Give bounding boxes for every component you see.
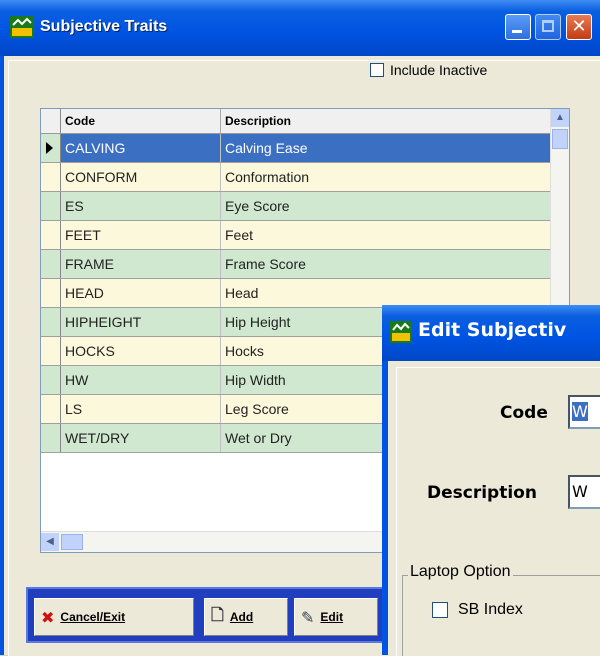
add-button[interactable]: 🗋 Add: [204, 598, 288, 636]
table-row[interactable]: ES Eye Score: [41, 192, 551, 221]
add-label: Add: [229, 610, 254, 624]
cell-description[interactable]: Feet: [221, 221, 551, 249]
cell-code[interactable]: HW: [61, 366, 221, 394]
edit-icon: ✎: [301, 607, 315, 627]
cell-code[interactable]: FEET: [61, 221, 221, 249]
cancel-exit-button[interactable]: ✖ Cancel/Exit: [34, 598, 194, 636]
table-row[interactable]: HEAD Head: [41, 279, 551, 308]
cell-description[interactable]: Calving Ease: [221, 134, 551, 162]
cell-code[interactable]: HEAD: [61, 279, 221, 307]
description-field[interactable]: W: [568, 475, 600, 509]
red-x-icon: ✖: [41, 607, 55, 627]
sb-index-checkbox[interactable]: [432, 602, 448, 618]
row-indicator-header: [41, 109, 61, 133]
minimize-icon: [512, 30, 522, 33]
cancel-exit-label: Cancel/Exit: [60, 610, 126, 624]
cell-description[interactable]: Eye Score: [221, 192, 551, 220]
table-row[interactable]: FEET Feet: [41, 221, 551, 250]
vertical-scroll-thumb[interactable]: [552, 129, 568, 149]
window-title: Subjective Traits: [40, 18, 168, 35]
dialog-border: [382, 361, 388, 655]
row-indicator[interactable]: [41, 192, 61, 220]
row-indicator[interactable]: [41, 163, 61, 191]
cell-code[interactable]: FRAME: [61, 250, 221, 278]
button-toolbar: ✖ Cancel/Exit 🗋 Add ✎ Edit: [26, 587, 386, 643]
cell-code[interactable]: WET/DRY: [61, 424, 221, 452]
row-indicator[interactable]: [41, 366, 61, 394]
row-indicator[interactable]: [41, 250, 61, 278]
maximize-button[interactable]: [535, 14, 561, 40]
include-inactive-label: Include Inactive: [390, 62, 488, 78]
horizontal-scroll-thumb[interactable]: [61, 534, 83, 550]
row-indicator[interactable]: [41, 221, 61, 249]
edit-label: Edit: [320, 610, 344, 624]
table-row[interactable]: CONFORM Conformation: [41, 163, 551, 192]
app-icon: [10, 16, 34, 38]
include-inactive-checkbox-row[interactable]: Include Inactive: [370, 62, 487, 78]
cell-code[interactable]: ES: [61, 192, 221, 220]
row-indicator[interactable]: [41, 424, 61, 452]
window-border: [0, 56, 4, 655]
table-row[interactable]: FRAME Frame Score: [41, 250, 551, 279]
close-icon: ✕: [571, 16, 587, 37]
row-indicator[interactable]: [41, 134, 61, 162]
scroll-up-arrow-icon[interactable]: ▲: [551, 109, 569, 127]
grid-header: Code Description: [41, 109, 551, 134]
code-label: Code: [500, 403, 548, 423]
sb-index-label: SB Index: [458, 601, 523, 618]
current-row-pointer-icon: [46, 142, 53, 154]
minimize-button[interactable]: [505, 14, 531, 40]
column-header-description[interactable]: Description: [221, 109, 551, 133]
code-field[interactable]: W: [568, 395, 600, 429]
edit-button[interactable]: ✎ Edit: [294, 598, 378, 636]
new-document-icon: 🗋: [211, 604, 224, 624]
dialog-title: Edit Subjectiv: [418, 319, 567, 341]
column-header-code[interactable]: Code: [61, 109, 221, 133]
description-label: Description: [427, 483, 537, 503]
cell-code[interactable]: HOCKS: [61, 337, 221, 365]
row-indicator[interactable]: [41, 308, 61, 336]
row-indicator[interactable]: [41, 337, 61, 365]
laptop-options-label: Laptop Option: [408, 563, 513, 581]
dialog-title-bar[interactable]: Edit Subjectiv: [382, 305, 600, 361]
cell-description[interactable]: Conformation: [221, 163, 551, 191]
sb-index-checkbox-row[interactable]: SB Index: [432, 601, 523, 619]
row-indicator[interactable]: [41, 395, 61, 423]
scroll-left-arrow-icon[interactable]: ◀: [41, 533, 59, 551]
edit-subjective-dialog: Edit Subjectiv Code W Description W Lapt…: [382, 305, 600, 656]
include-inactive-checkbox[interactable]: [370, 63, 384, 77]
cell-code[interactable]: LS: [61, 395, 221, 423]
close-button[interactable]: ✕: [566, 14, 592, 40]
title-bar[interactable]: Subjective Traits ✕: [0, 0, 600, 56]
maximize-icon: [542, 20, 554, 32]
cell-code[interactable]: HIPHEIGHT: [61, 308, 221, 336]
dialog-app-icon: [390, 321, 412, 343]
cell-description[interactable]: Frame Score: [221, 250, 551, 278]
table-row[interactable]: CALVING Calving Ease: [41, 134, 551, 163]
cell-code[interactable]: CALVING: [61, 134, 221, 162]
cell-description[interactable]: Head: [221, 279, 551, 307]
cell-code[interactable]: CONFORM: [61, 163, 221, 191]
row-indicator[interactable]: [41, 279, 61, 307]
